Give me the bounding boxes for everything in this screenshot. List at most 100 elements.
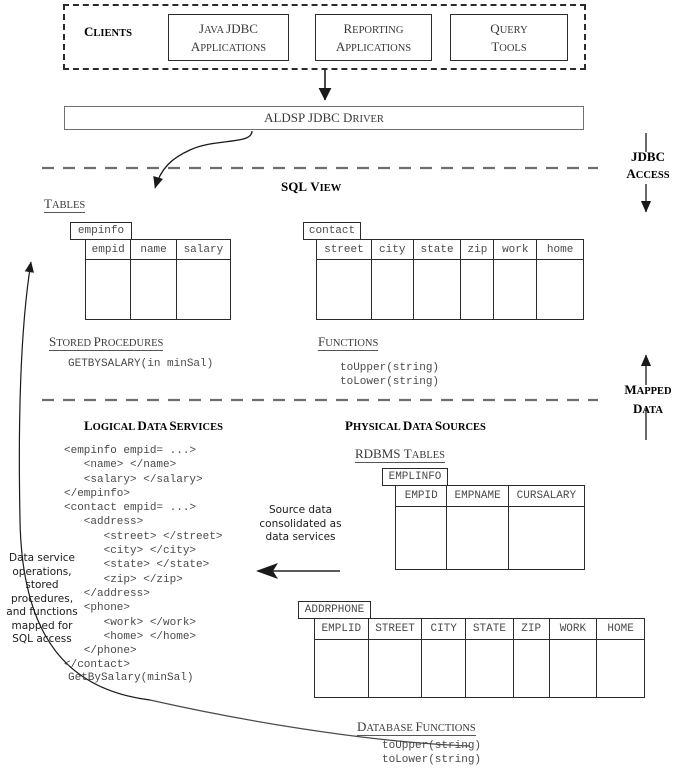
column-header: EMPLID	[321, 623, 362, 635]
column-body	[422, 640, 465, 697]
lds-title-p4: ATA	[146, 422, 170, 433]
sql-table-grid-empinfo: empid name salary	[85, 239, 231, 320]
column-header: street	[324, 243, 364, 256]
pds-title-p6: OURCES	[442, 422, 486, 433]
rdbms-heading-p1: RDBMS	[355, 446, 404, 461]
mapped-line2-rest: ATA	[642, 405, 663, 416]
tables-heading: TABLES	[44, 196, 86, 213]
dbfn-heading-p1: D	[357, 719, 367, 734]
column-body	[447, 507, 507, 569]
column-body	[315, 640, 368, 697]
column-header: WORK	[559, 623, 587, 635]
xml-line: <name> </name>	[64, 459, 177, 472]
column-header: CITY	[430, 623, 457, 635]
column-body	[372, 260, 413, 319]
table-column: zip	[461, 240, 495, 319]
table-column: salary	[176, 240, 230, 319]
mapped-line1-lead: M	[624, 382, 637, 397]
table-column: city	[371, 240, 414, 319]
stored-procedures-heading: STORED PROCEDURES	[49, 335, 164, 351]
function-item: toUpper(string)	[340, 362, 440, 374]
rdbms-table-name: EMPLINFO	[388, 471, 442, 483]
logical-operation-label: GetBySalary(minSal)	[68, 672, 194, 684]
rdbms-heading-p3: ABLES	[411, 450, 445, 461]
database-function-item: toUpper(string)	[382, 740, 482, 752]
sql-view-title-part1: SQL V	[281, 179, 320, 194]
tables-heading-lead: T	[44, 196, 52, 211]
dbfn-heading-p4: UNCTIONS	[422, 723, 476, 734]
pds-title-p4: ATA	[412, 422, 435, 433]
jdbc-access-label: JDBC ACCESS	[624, 148, 672, 184]
table-column: WORK	[549, 619, 598, 697]
functions-heading: FUNCTIONS	[318, 335, 379, 351]
column-header: EMPNAME	[454, 490, 501, 502]
column-body	[396, 507, 446, 569]
table-column: work	[494, 240, 538, 319]
xml-line: <home> </home>	[64, 630, 197, 643]
column-header: CURSALARY	[516, 490, 577, 502]
rdbms-heading-p2: T	[403, 446, 412, 461]
xml-line: </address>	[64, 587, 150, 600]
table-column: name	[131, 240, 177, 319]
lds-title-p2: OGICAL	[92, 422, 138, 433]
dbfn-heading-p3: F	[415, 719, 423, 734]
column-header: EMPID	[404, 490, 438, 502]
column-header: STREET	[375, 623, 415, 635]
sql-table-name: empinfo	[77, 225, 125, 237]
column-body	[414, 260, 461, 319]
column-header: work	[502, 243, 529, 256]
annotation-source-data: Source data consolidated as data service…	[259, 504, 342, 543]
table-column: home	[537, 240, 584, 319]
table-column: EMPID	[396, 486, 448, 569]
xml-line: <contact empid= ...>	[64, 502, 197, 515]
column-body	[514, 640, 549, 697]
rdbms-table-grid-addrphone: EMPLID STREET CITY STATE ZIP WORK HOME	[314, 618, 645, 698]
lds-title-p5: S	[169, 418, 177, 433]
table-column: street	[317, 240, 372, 319]
table-column: CURSALARY	[508, 486, 584, 569]
table-column: EMPNAME	[447, 486, 509, 569]
pds-title-p2: HYSICAL	[352, 422, 403, 433]
column-header: city	[379, 243, 406, 256]
jdbc-access-line2-lead: A	[626, 166, 636, 181]
xml-line: <empinfo empid= ...>	[64, 445, 197, 457]
rdbms-table-tab-emplinfo: EMPLINFO	[382, 468, 448, 486]
arrow-driver-to-sql-view	[153, 130, 253, 189]
table-column: EMPLID	[315, 619, 369, 697]
table-column: HOME	[597, 619, 644, 697]
pds-title-p1: P	[345, 418, 353, 433]
mapped-line2-lead: D	[632, 401, 643, 416]
column-header: ZIP	[521, 623, 542, 635]
column-body	[509, 507, 584, 569]
column-header: HOME	[607, 623, 634, 635]
column-header: salary	[183, 243, 224, 256]
sql-table-name: contact	[308, 225, 356, 237]
sql-view-title-part2: IEW	[319, 183, 342, 194]
xml-line: </contact>	[64, 659, 131, 672]
sql-table-tab-empinfo: empinfo	[70, 222, 132, 240]
sql-table-grid-contact: street city state zip work home	[316, 239, 584, 320]
column-body	[466, 640, 513, 697]
xml-line: </phone>	[64, 645, 137, 658]
physical-data-sources-title: PHYSICAL DATA SOURCES	[345, 417, 486, 435]
column-header: zip	[467, 243, 488, 256]
database-function-item: toLower(string)	[382, 754, 482, 766]
xml-line: </empinfo>	[64, 487, 131, 500]
lds-title-p6: ERVICES	[176, 422, 223, 433]
jdbc-access-line2-rest: CCESS	[635, 170, 670, 181]
rdbms-table-grid-emplinfo: EMPID EMPNAME CURSALARY	[395, 485, 585, 570]
column-body	[177, 260, 230, 319]
xml-line: <street> </street>	[64, 530, 223, 543]
xml-line: <zip> </zip>	[64, 573, 183, 586]
lds-title-p1: L	[84, 418, 93, 433]
pds-title-p3: D	[402, 418, 413, 433]
table-column: CITY	[422, 619, 467, 697]
sp-heading-p2: TORED	[56, 338, 94, 349]
rdbms-table-name: ADDRPHONE	[304, 604, 365, 616]
stored-procedure-item: GETBYSALARY(in minSal)	[68, 358, 214, 370]
table-column: STATE	[466, 619, 514, 697]
column-body	[537, 260, 583, 319]
xml-line: <work> </work>	[64, 616, 197, 629]
database-functions-heading: DATABASE FUNCTIONS	[357, 719, 476, 736]
xml-line: <city> </city>	[64, 545, 197, 558]
